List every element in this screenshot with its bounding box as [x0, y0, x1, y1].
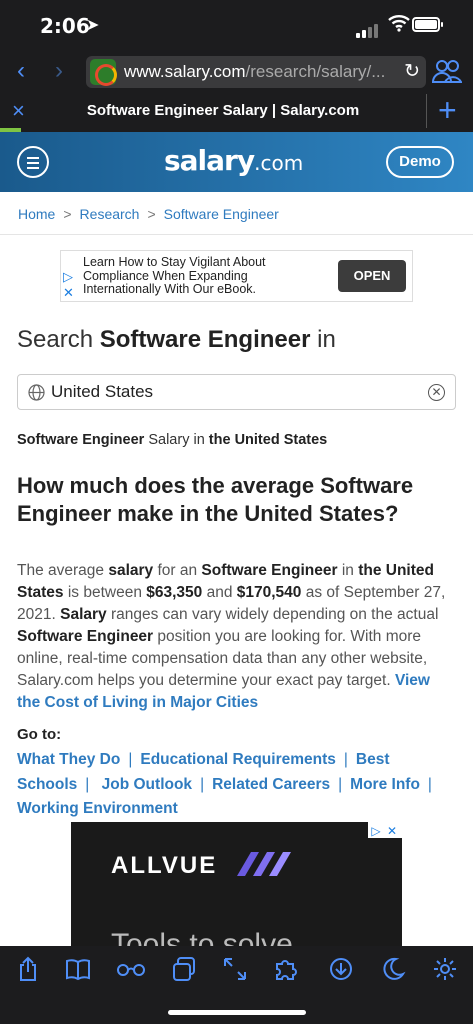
ad-open-button[interactable]: OPEN — [338, 260, 406, 292]
link-job-outlook[interactable]: Job Outlook — [102, 776, 192, 793]
page-heading: How much does the average Software Engin… — [17, 473, 414, 526]
divider — [0, 234, 473, 235]
download-icon[interactable] — [328, 956, 354, 982]
breadcrumb: Home > Research > Software Engineer — [18, 206, 279, 222]
link-related-careers[interactable]: Related Careers — [212, 776, 330, 793]
ad-close-icon[interactable]: ✕ — [63, 285, 74, 301]
expand-icon[interactable] — [222, 956, 248, 982]
salary-subtitle: Software Engineer Salary in the United S… — [17, 432, 328, 448]
site-header: salary.com Demo — [0, 132, 473, 192]
clear-icon[interactable]: ✕ — [428, 384, 445, 401]
goto-links: What They Do | Educational Requirements | Be… — [17, 751, 432, 817]
ad-close-icon[interactable]: ✕ — [384, 823, 400, 839]
url-text[interactable]: www.salary.com/research/salary/... — [124, 62, 394, 82]
link-working-environment[interactable]: Working Environment — [17, 800, 178, 817]
ad-text: Learn How to Stay Vigilant About Complia… — [83, 255, 266, 296]
share-icon[interactable] — [15, 956, 41, 982]
settings-gear-icon[interactable] — [432, 956, 458, 982]
ad-banner[interactable]: ▷ ✕ Learn How to Stay Vigilant About Com… — [60, 250, 413, 302]
status-time: 2:06 — [40, 14, 90, 38]
tab-bar: × Software Engineer Salary | Salary.com … — [0, 92, 473, 129]
banner-tagline: Tools to solve — [111, 928, 293, 946]
wifi-icon — [388, 15, 410, 32]
link-what-they-do[interactable]: What They Do — [17, 751, 120, 768]
dark-mode-moon-icon[interactable] — [380, 956, 406, 982]
search-title: Search Software Engineer in — [17, 326, 336, 353]
home-indicator — [168, 1010, 306, 1015]
breadcrumb-home[interactable]: Home — [18, 206, 55, 222]
back-icon[interactable]: ‹ — [8, 58, 34, 84]
people-icon[interactable] — [432, 58, 462, 84]
hamburger-menu-icon[interactable] — [17, 146, 49, 178]
location-search-field[interactable]: ✕ — [17, 374, 456, 410]
address-field[interactable]: www.salary.com/research/salary/... ↻ — [86, 56, 426, 88]
breadcrumb-separator: > — [147, 206, 156, 222]
extensions-puzzle-icon[interactable] — [273, 956, 299, 982]
tab-title[interactable]: Software Engineer Salary | Salary.com — [0, 102, 446, 119]
signal-icon — [356, 20, 380, 38]
reload-icon[interactable]: ↻ — [404, 60, 420, 83]
tab-divider — [426, 94, 427, 128]
globe-icon — [28, 384, 45, 401]
demo-button[interactable]: Demo — [386, 146, 454, 178]
site-favicon-icon — [90, 59, 117, 86]
forward-icon[interactable]: › — [46, 58, 72, 84]
status-bar: 2:06 ➤ — [0, 0, 473, 50]
location-input[interactable] — [51, 380, 421, 404]
battery-icon — [412, 17, 443, 32]
ad-choices-icon[interactable]: ▷ — [368, 823, 384, 839]
new-tab-icon[interactable]: + — [438, 92, 457, 129]
goto-label: Go to: — [17, 726, 62, 743]
location-arrow-icon: ➤ — [86, 17, 100, 34]
link-more-info[interactable]: More Info — [350, 776, 420, 793]
salary-description: The average salary for an Software Engin… — [17, 562, 446, 711]
breadcrumb-research[interactable]: Research — [80, 206, 140, 222]
banner-brand: ALLVUE — [111, 852, 218, 879]
bookmarks-icon[interactable] — [65, 956, 91, 982]
reader-glasses-icon[interactable] — [116, 956, 146, 982]
link-educational-requirements[interactable]: Educational Requirements — [140, 751, 336, 768]
allvue-logo-mark-icon — [237, 852, 291, 876]
ad-choices-icon[interactable]: ▷ — [63, 269, 74, 285]
breadcrumb-software-engineer[interactable]: Software Engineer — [164, 206, 279, 222]
breadcrumb-separator: > — [63, 206, 72, 222]
url-bar: ‹ › www.salary.com/research/salary/... ↻ — [0, 50, 473, 94]
tabs-icon[interactable] — [171, 956, 197, 982]
allvue-ad-banner[interactable]: ▷ ✕ ALLVUE Tools to solve — [71, 822, 402, 946]
site-logo[interactable]: salary.com — [164, 144, 303, 177]
